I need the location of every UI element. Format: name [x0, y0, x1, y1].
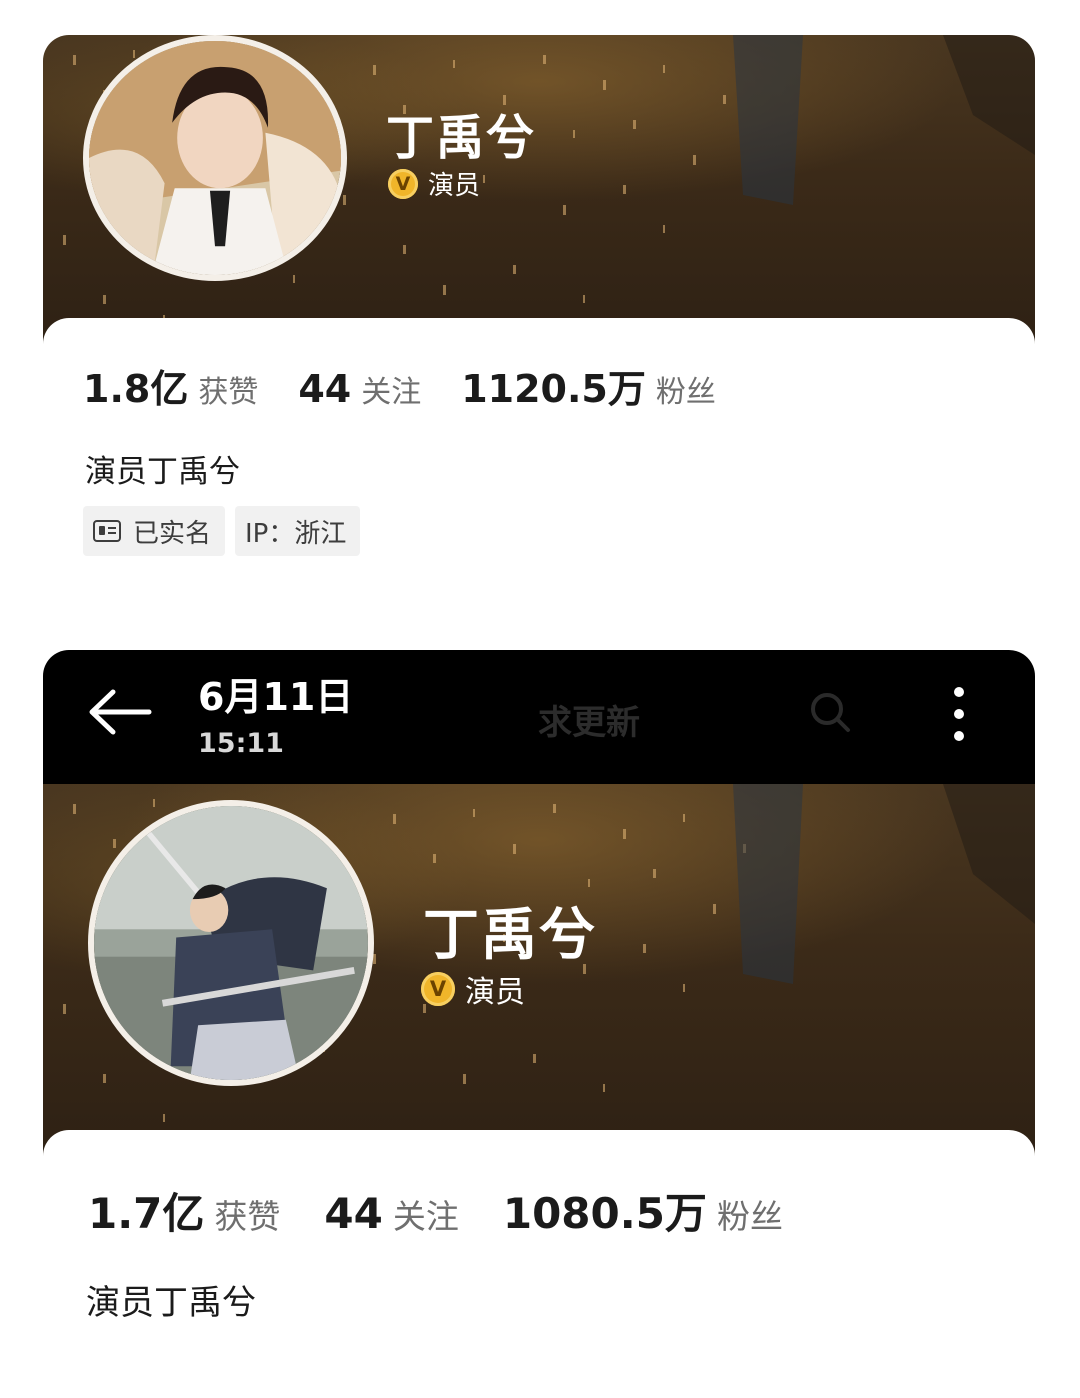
stat-label: 获赞 — [214, 1197, 281, 1236]
date-label: 6月11日 — [198, 675, 354, 719]
stat-value: 1120.5万 — [461, 367, 646, 411]
tag-label: 已实名 — [133, 518, 212, 549]
id-card-icon — [93, 520, 121, 542]
profile-card-1: 丁禹兮 V 演员 1.8亿 获赞 44 关注 1120.5万 粉丝 演员丁禹兮 — [43, 35, 1035, 590]
avatar[interactable] — [88, 800, 374, 1086]
verified-name-tag[interactable]: 已实名 — [83, 506, 226, 556]
verified-v-icon: V — [388, 168, 418, 199]
profile-tags: 已实名 IP：浙江 — [83, 506, 361, 556]
time-label: 15:11 — [198, 728, 284, 759]
stat-followers[interactable]: 1120.5万 粉丝 — [461, 358, 716, 413]
verified-role: V 演员 — [388, 165, 480, 202]
profile-info-panel: 1.7亿 获赞 44 关注 1080.5万 粉丝 演员丁禹兮 — [43, 1130, 1035, 1398]
verified-v-icon: V — [421, 972, 455, 1006]
top-navigation-bar: 6月11日 15:11 求更新 — [43, 650, 1035, 784]
portrait-image — [94, 806, 368, 1080]
stat-value: 1.8亿 — [83, 367, 189, 411]
stat-likes[interactable]: 1.8亿 获赞 — [83, 358, 258, 413]
stat-label: 关注 — [361, 375, 422, 410]
profile-cover: 丁禹兮 V 演员 — [43, 35, 1035, 345]
profile-bio: 演员丁禹兮 — [86, 1283, 256, 1323]
tag-label: IP：浙江 — [245, 518, 347, 549]
role-label: 演员 — [465, 975, 525, 1010]
stat-value: 1080.5万 — [502, 1189, 707, 1238]
stats-row: 1.7亿 获赞 44 关注 1080.5万 粉丝 — [88, 1180, 827, 1241]
portrait-image — [89, 41, 341, 275]
profile-name: 丁禹兮 — [386, 110, 537, 166]
search-icon[interactable] — [808, 690, 852, 734]
stat-value: 44 — [298, 367, 352, 411]
stat-followers[interactable]: 1080.5万 粉丝 — [503, 1180, 783, 1241]
stat-label: 关注 — [392, 1197, 459, 1236]
verified-role: V 演员 — [421, 967, 525, 1011]
stat-following[interactable]: 44 关注 — [298, 367, 421, 411]
back-arrow-icon[interactable] — [87, 688, 153, 736]
stats-row: 1.8亿 获赞 44 关注 1120.5万 粉丝 — [83, 358, 756, 413]
ip-location-tag: IP：浙江 — [235, 506, 361, 556]
profile-bio: 演员丁禹兮 — [85, 454, 240, 490]
stat-label: 粉丝 — [655, 375, 716, 410]
profile-card-2: 6月11日 15:11 求更新 丁禹兮 V 演员 1.7亿 获赞 44 关注 1… — [43, 650, 1035, 1398]
avatar[interactable] — [83, 35, 347, 281]
more-icon[interactable] — [949, 686, 969, 742]
faded-update-label: 求更新 — [538, 703, 640, 743]
stat-value: 44 — [324, 1189, 383, 1238]
stat-label: 获赞 — [198, 375, 259, 410]
profile-name: 丁禹兮 — [423, 903, 597, 968]
stat-following[interactable]: 44 关注 — [324, 1189, 458, 1238]
role-label: 演员 — [428, 171, 481, 201]
stat-value: 1.7亿 — [88, 1189, 205, 1238]
stat-label: 粉丝 — [716, 1197, 783, 1236]
profile-info-panel: 1.8亿 获赞 44 关注 1120.5万 粉丝 演员丁禹兮 已实名 IP：浙江 — [43, 318, 1035, 590]
stat-likes[interactable]: 1.7亿 获赞 — [88, 1180, 280, 1241]
